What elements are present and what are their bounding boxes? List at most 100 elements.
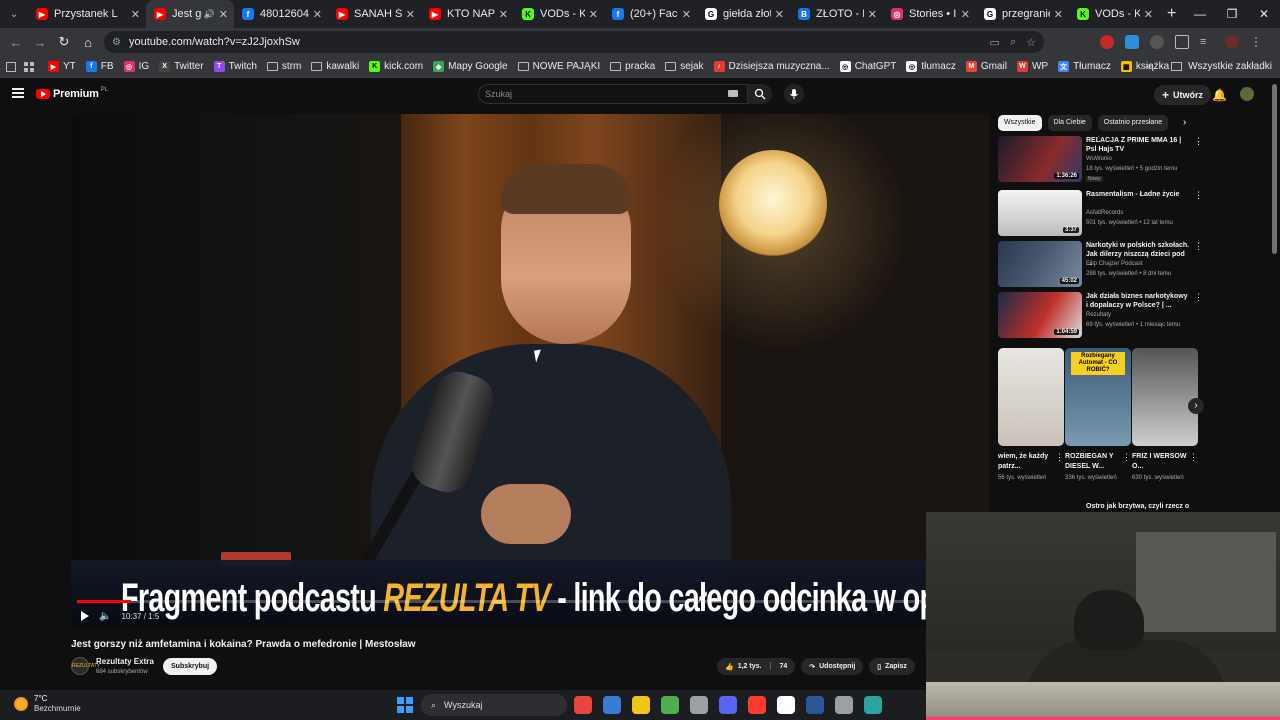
voice-search-button[interactable] (784, 84, 804, 104)
cast-icon[interactable]: ▭ (990, 36, 1000, 49)
taskbar-app-icon[interactable] (719, 696, 737, 714)
bookmark-item[interactable]: sejak (665, 61, 704, 72)
browser-tab[interactable]: f 480126049_ ✕ (234, 0, 328, 28)
tab-close-icon[interactable]: ✕ (589, 8, 598, 21)
browser-tab[interactable]: K VODs - Kick ✕ (1069, 0, 1159, 28)
bookmarks-overflow-icon[interactable]: » (1146, 61, 1152, 72)
zoom-icon[interactable]: ⌕ (1010, 36, 1016, 49)
bookmark-item[interactable]: ♪ Dzisiejsza muzyczna... (713, 61, 830, 72)
more-options-icon[interactable]: ⋮ (1055, 452, 1064, 463)
back-arrow-icon[interactable]: ← (4, 35, 28, 50)
tab-close-icon[interactable]: ✕ (1144, 8, 1153, 21)
recommendation-title[interactable]: Jak działa biznes narkotykowy i dopalacz… (1086, 292, 1190, 310)
browser-tab[interactable]: ▶ SANAH ŚPIE ✕ (328, 0, 421, 28)
short-thumbnail[interactable] (1132, 348, 1198, 446)
recommendation-item[interactable]: 45:02 Narkotyki w polskich szkołach. Jak … (998, 241, 1203, 287)
short-thumbnail[interactable]: Rozbiegany Automat - CO ROBIĆ? (1065, 348, 1131, 446)
youtube-logo[interactable]: Premium PL (36, 87, 108, 100)
start-button-windows-icon[interactable] (397, 697, 413, 713)
notifications-bell-icon[interactable]: 🔔 (1212, 88, 1227, 102)
maximize-button[interactable]: ❐ (1216, 0, 1248, 28)
record-extension-icon[interactable] (1100, 35, 1114, 49)
profile-avatar[interactable] (1225, 35, 1239, 49)
extension-icon[interactable] (1150, 35, 1164, 49)
tab-close-icon[interactable]: ✕ (219, 8, 228, 21)
bookmark-item[interactable]: ◎ tłumacz (906, 61, 956, 72)
browser-tab[interactable]: ▶ Przystanek L ✕ (28, 0, 146, 28)
grid-icon[interactable] (24, 61, 34, 72)
address-bar[interactable]: ⚙ youtube.com/watch?v=zJ2JjoxhSw ▭ ⌕ ☆ (104, 31, 1044, 53)
more-options-icon[interactable]: ⋮ (1194, 190, 1203, 201)
taskbar-app-icon[interactable] (777, 696, 795, 714)
video-thumbnail[interactable]: 1:36:26 (998, 136, 1082, 182)
video-thumbnail[interactable]: 3:37 (998, 190, 1082, 236)
bookmark-item[interactable]: T Twitch (213, 61, 257, 72)
browser-tab[interactable]: K VODs - Kick ✕ (514, 0, 604, 28)
play-icon[interactable] (81, 611, 89, 621)
url-text[interactable]: youtube.com/watch?v=zJ2JjoxhSw (129, 36, 300, 48)
menu-icon[interactable] (12, 88, 24, 98)
bookmark-item[interactable]: M Gmail (965, 61, 1007, 72)
recommendation-item[interactable]: 1:36:26 RELACJA Z PRIME MMA 16 | Psl Hajs… (998, 136, 1203, 182)
recommendation-title[interactable]: RELACJA Z PRIME MMA 16 | Psl Hajs TV (1086, 136, 1190, 154)
puzzle-extensions-icon[interactable] (1175, 35, 1189, 49)
browser-tab[interactable]: ▶ Jest gorsz🔊 ✕ (146, 0, 234, 28)
bookmark-item[interactable]: f FB (85, 61, 114, 72)
all-bookmarks-link[interactable]: Wszystkie zakładki (1188, 61, 1272, 72)
minimize-button[interactable]: — (1184, 0, 1216, 28)
browser-tab[interactable]: ▶ KTO NAPRA ✕ (421, 0, 514, 28)
recommendation-title[interactable]: Rasmentalism - Ładne życie (1086, 190, 1190, 199)
taskbar-app-icon[interactable] (835, 696, 853, 714)
tab-close-icon[interactable]: ✕ (313, 8, 322, 21)
tab-close-icon[interactable]: ✕ (775, 8, 784, 21)
page-scrollbar[interactable] (1272, 84, 1277, 254)
short-title[interactable]: FRIZ I WERSOW O... (1132, 452, 1188, 472)
reload-icon[interactable]: ↻ (52, 34, 76, 50)
search-input[interactable]: Szukaj (478, 84, 748, 104)
bookmark-item[interactable]: strm (266, 61, 301, 72)
bookmark-item[interactable]: 文 Tłumacz (1058, 61, 1111, 72)
short-title[interactable]: wiem, że każdy patrz... (998, 452, 1054, 472)
video-thumbnail[interactable]: 1:04:59 (998, 292, 1082, 338)
search-button[interactable] (748, 84, 772, 104)
bookmark-item[interactable]: ◎ IG (123, 61, 149, 72)
recommendation-channel[interactable]: Rezultaty (1086, 312, 1111, 318)
media-icon[interactable]: ≡ (1200, 35, 1214, 49)
taskbar-app-icon[interactable] (748, 696, 766, 714)
tab-audio-icon[interactable]: 🔊 (204, 9, 215, 20)
more-menu-icon[interactable]: ⋮ (1250, 35, 1262, 49)
site-info-icon[interactable]: ⚙ (112, 37, 121, 48)
apps-icon[interactable] (6, 61, 16, 72)
save-button[interactable]: ▯ Zapisz (869, 658, 915, 675)
tab-close-icon[interactable]: ✕ (682, 8, 691, 21)
taskbar-app-icon[interactable] (603, 696, 621, 714)
bookmark-item[interactable]: ◎ ChatGPT (839, 61, 896, 72)
close-window-button[interactable]: ✕ (1248, 0, 1280, 28)
create-button[interactable]: + Utwórz (1154, 85, 1212, 105)
weather-widget[interactable]: 7°C Bezchmurnie (14, 694, 81, 714)
short-item[interactable]: wiem, że każdy patrz... 56 tys. wyświetle… (998, 348, 1064, 482)
recommendation-item[interactable]: 3:37 Rasmentalism - Ładne życie AsfaltReco… (998, 190, 1203, 236)
subscribe-button[interactable]: Subskrybuj (163, 658, 218, 675)
new-tab-button[interactable]: + (1167, 5, 1176, 23)
video-player[interactable]: Fragment podcastu REZULTA TV - link do c… (71, 114, 989, 626)
more-options-icon[interactable]: ⋮ (1194, 292, 1203, 303)
filter-chip[interactable]: Wszystkie (998, 115, 1042, 131)
bookmark-star-icon[interactable]: ☆ (1026, 36, 1036, 49)
browser-tab[interactable]: ◎ Stories • Insta ✕ (883, 0, 976, 28)
recommendation-title-partial[interactable]: Ostro jak brzytwa, czyli rzecz o (1086, 503, 1189, 510)
taskbar-search[interactable]: ⌕ Wyszukaj (421, 694, 567, 716)
more-options-icon[interactable]: ⋮ (1194, 241, 1203, 252)
bookmark-item[interactable]: ▶ YT (48, 61, 76, 72)
recommendation-channel[interactable]: AsfaltRecords (1086, 210, 1123, 216)
recommendation-channel[interactable]: Filip Chajzer Podcast (1086, 261, 1143, 267)
short-thumbnail[interactable] (998, 348, 1064, 446)
bookmark-item[interactable]: pracka (610, 61, 655, 72)
taskbar-app-icon[interactable] (806, 696, 824, 714)
filter-chip[interactable]: Ostatnio przesłane (1097, 115, 1169, 131)
extension-icon[interactable] (1125, 35, 1139, 49)
volume-icon[interactable]: 🔈 (99, 611, 111, 622)
forward-arrow-icon[interactable]: → (28, 35, 52, 50)
short-title[interactable]: ROZBIEGAN Y DIESEL W... (1065, 452, 1121, 472)
taskbar-app-icon[interactable] (690, 696, 708, 714)
